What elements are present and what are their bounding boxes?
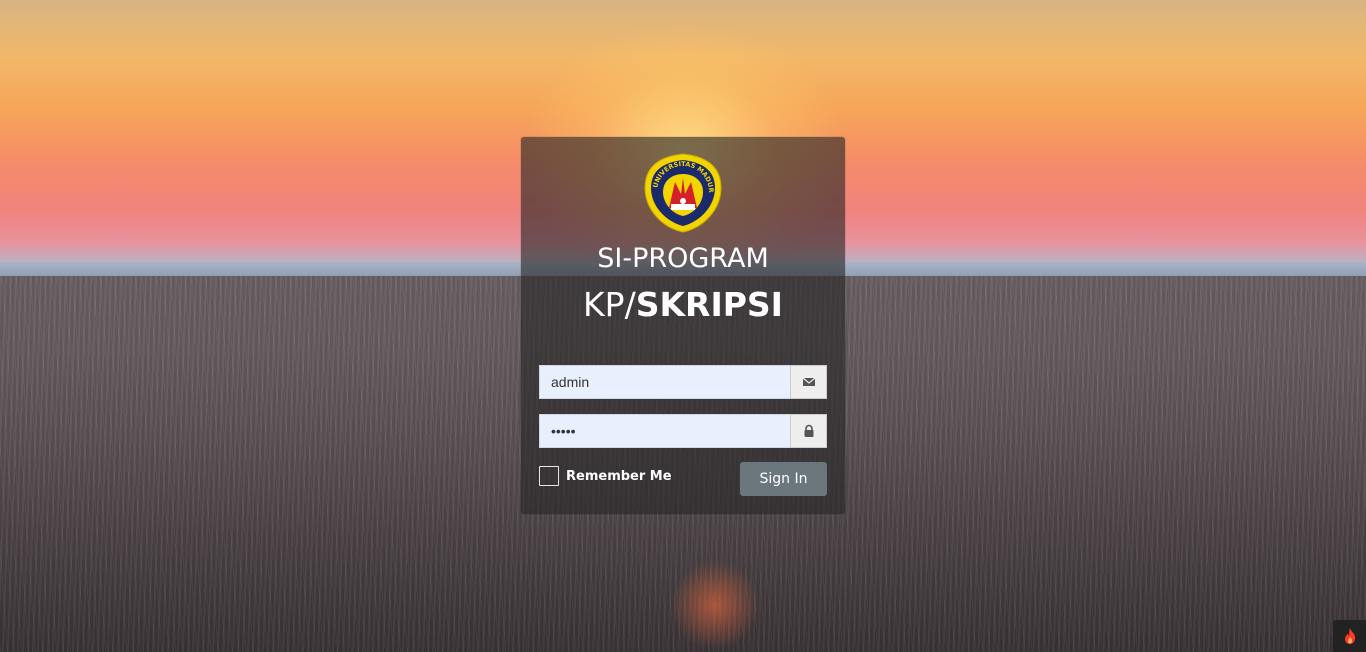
university-seal-icon: UNIVERSITAS MADURA — [641, 152, 722, 233]
lock-icon — [804, 424, 813, 437]
username-addon — [790, 365, 827, 399]
sign-in-button[interactable]: Sign In — [740, 462, 827, 496]
envelope-icon — [802, 377, 815, 386]
brand-title-bold: SKRIPSI — [635, 285, 783, 324]
remember-me: Remember Me — [539, 466, 672, 486]
remember-checkbox[interactable] — [539, 466, 559, 486]
login-card: UNIVERSITAS MADURA SI-PROGRAM KP/SKRIPSI… — [521, 137, 845, 514]
username-input[interactable] — [539, 365, 790, 399]
password-input[interactable] — [539, 414, 790, 448]
brand-subtitle: SI-PROGRAM — [597, 243, 769, 274]
password-addon — [790, 414, 827, 448]
logo-container: UNIVERSITAS MADURA — [521, 152, 845, 234]
remember-label[interactable]: Remember Me — [566, 469, 672, 484]
username-group — [539, 365, 827, 399]
brand-title-prefix: KP/ — [583, 285, 636, 324]
fire-icon — [1344, 628, 1355, 644]
corner-widget[interactable] — [1333, 620, 1366, 652]
lens-glow — [670, 560, 760, 650]
brand-title: KP/SKRIPSI — [521, 285, 845, 324]
password-group — [539, 414, 827, 448]
